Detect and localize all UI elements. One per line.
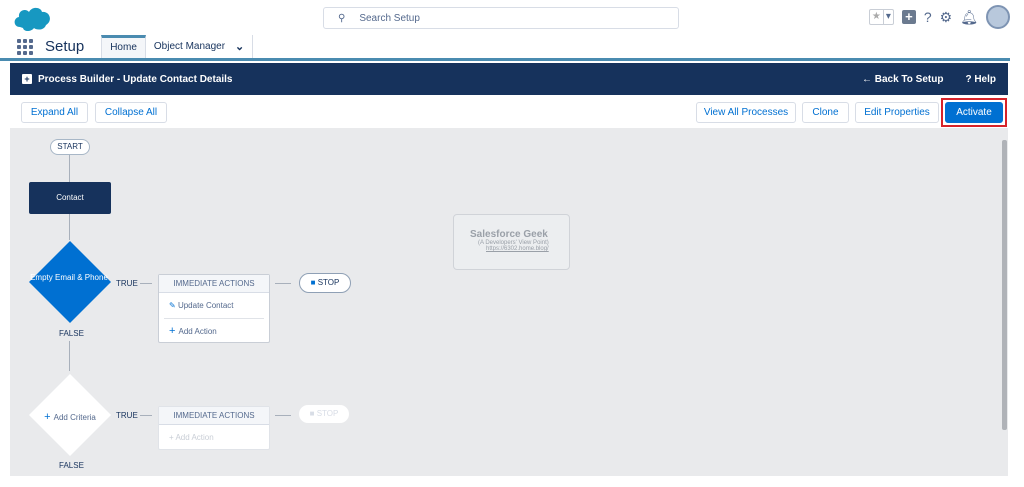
tab-label: Object Manager — [153, 40, 226, 52]
stop-icon: ■ — [310, 278, 318, 287]
chevron-down-icon[interactable]: ⌄ — [235, 35, 244, 59]
false-label: FALSE — [59, 329, 84, 338]
gear-icon[interactable]: ⚙ — [940, 9, 953, 26]
add-action-button[interactable]: + Add Action — [159, 319, 269, 344]
stop-label: STOP — [317, 278, 340, 287]
view-all-processes-button[interactable]: View All Processes — [696, 102, 796, 123]
search-input[interactable]: ⚲ Search Setup — [323, 7, 679, 29]
bell-icon[interactable]: 🔔︎ — [960, 9, 978, 26]
immediate-actions-header: IMMEDIATE ACTIONS — [159, 407, 269, 425]
collapse-all-button[interactable]: Collapse All — [95, 102, 167, 123]
plus-icon[interactable]: + — [901, 10, 916, 24]
object-node[interactable]: Contact — [29, 182, 111, 214]
help-icon[interactable]: ? — [924, 9, 932, 25]
add-criteria-text: Add Criteria — [53, 413, 96, 422]
pencil-icon: ✎ — [169, 301, 178, 310]
watermark-title: Salesforce Geek — [470, 229, 548, 240]
false-label: FALSE — [59, 461, 84, 470]
add-criteria-label: + Add Criteria — [30, 411, 110, 423]
immediate-actions-2: IMMEDIATE ACTIONS + Add Action — [158, 406, 270, 450]
stop-node-disabled: ■ STOP — [299, 405, 349, 423]
salesforce-logo[interactable] — [12, 5, 52, 32]
toolbar: Expand All Collapse All View All Process… — [10, 95, 1008, 128]
activate-highlight — [941, 98, 1007, 127]
plus-icon: + — [44, 411, 54, 423]
true-label: TRUE — [116, 411, 138, 420]
back-to-setup-link[interactable]: ← Back To Setup — [862, 74, 944, 85]
app-name: Setup — [45, 38, 85, 55]
immediate-actions-header: IMMEDIATE ACTIONS — [159, 275, 269, 293]
tab-label: Home — [110, 42, 137, 53]
star-icon: ★ — [871, 11, 881, 22]
start-node: START — [50, 139, 90, 155]
favorites-button[interactable]: ★ ▾ — [868, 9, 894, 25]
add-action-label: Add Action — [178, 327, 217, 336]
process-canvas: START Contact Empty Email & Phone TRUE I… — [10, 128, 1008, 476]
edit-properties-button[interactable]: Edit Properties — [855, 102, 939, 123]
add-action-label: Add Action — [175, 433, 214, 442]
action-update-contact[interactable]: ✎ Update Contact — [164, 293, 264, 319]
page-header: + Process Builder - Update Contact Detai… — [10, 63, 1008, 95]
help-link[interactable]: ? Help — [965, 74, 996, 85]
true-label: TRUE — [116, 279, 138, 288]
criteria-node-1[interactable] — [28, 240, 112, 324]
add-action-disabled: + Add Action — [159, 425, 269, 450]
watermark-url: https://6302.home.blog/ — [486, 246, 549, 252]
avatar[interactable] — [986, 5, 1010, 29]
arrow-left-icon: ← — [861, 73, 875, 85]
action-label: Update Contact — [177, 301, 234, 310]
help-icon: ? — [965, 73, 975, 85]
scrollbar[interactable] — [1002, 140, 1007, 430]
stop-icon: ■ — [309, 409, 317, 418]
immediate-actions-1: IMMEDIATE ACTIONS ✎ Update Contact + Add… — [158, 274, 270, 343]
help-label: Help — [974, 73, 996, 85]
process-icon: + — [22, 74, 32, 84]
back-label: Back To Setup — [874, 73, 944, 85]
search-icon: ⚲ — [338, 12, 346, 24]
tab-home[interactable]: Home — [101, 35, 146, 58]
criteria-1-label: Empty Email & Phone — [30, 273, 108, 282]
watermark: Salesforce Geek (A Developers' View Poin… — [453, 214, 570, 270]
tab-object-manager[interactable]: Object Manager ⌄ — [146, 35, 254, 59]
clone-button[interactable]: Clone — [802, 102, 849, 123]
expand-all-button[interactable]: Expand All — [21, 102, 88, 123]
page-title: Process Builder - Update Contact Details — [38, 73, 233, 85]
stop-node: ■ STOP — [299, 273, 351, 293]
app-launcher-icon[interactable] — [17, 35, 33, 58]
app-nav: Setup Home Object Manager ⌄ — [0, 35, 1010, 61]
dropdown-icon: ▾ — [882, 10, 893, 24]
stop-label: STOP — [316, 409, 339, 418]
